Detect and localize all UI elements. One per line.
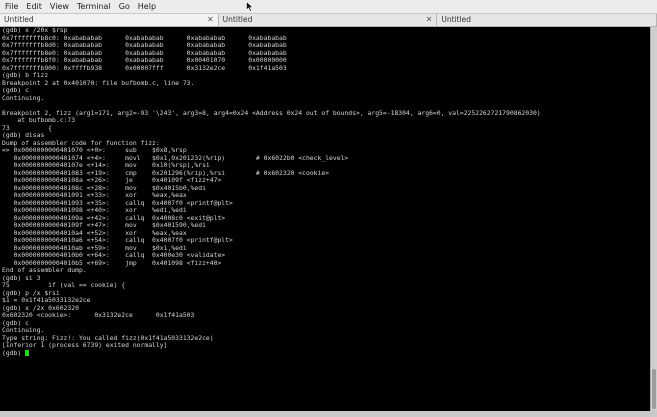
terminal-line: Breakpoint 2, fizz (arg1=171, arg2=-93 '… xyxy=(2,108,541,117)
tab-label: Untitled xyxy=(4,15,34,24)
mouse-pointer-icon xyxy=(246,1,254,12)
tab-untitled-3[interactable]: Untitled xyxy=(437,14,657,26)
gdb-prompt: (gdb) xyxy=(2,348,26,357)
menu-file[interactable]: File xyxy=(0,0,22,13)
terminal-line: (gdb) p /x $rsi xyxy=(2,288,60,297)
tab-label: Untitled xyxy=(441,15,472,24)
terminal-line: (gdb) c xyxy=(2,86,29,94)
menu-edit[interactable]: Edit xyxy=(22,0,46,13)
menu-terminal[interactable]: Terminal xyxy=(73,0,115,13)
terminal-line: Continuing. xyxy=(2,93,45,102)
scrollbar[interactable] xyxy=(650,27,657,411)
text-cursor xyxy=(25,349,30,356)
tab-label: Untitled xyxy=(222,15,253,24)
close-icon[interactable]: ✕ xyxy=(207,14,214,26)
close-icon[interactable]: ✕ xyxy=(426,14,433,26)
tab-bar: Untitled ✕ Untitled ✕ Untitled xyxy=(0,14,657,27)
terminal-line: (gdb) c xyxy=(2,318,29,327)
menu-go[interactable]: Go xyxy=(115,0,134,13)
terminal-line: [Inferior 1 (process 6739) exited normal… xyxy=(2,341,168,349)
terminal-line: at bufbomb.c:73 xyxy=(2,116,76,124)
tab-untitled-1[interactable]: Untitled ✕ xyxy=(0,14,219,26)
scrollbar-thumb[interactable] xyxy=(652,369,656,409)
terminal-line: End of assembler dump. xyxy=(2,266,87,274)
terminal-output[interactable]: (gdb) x /20x $rsp 0x7fffffffb8c0: 0xababa… xyxy=(0,27,651,411)
menu-view[interactable]: View xyxy=(46,0,73,13)
terminal-line: 73 { xyxy=(2,123,53,132)
terminal-line: 75 if (val == cookie) { xyxy=(2,281,126,289)
terminal-line: $1 = 0x1f41a5033132e2ce xyxy=(2,296,91,304)
tab-untitled-2[interactable]: Untitled ✕ xyxy=(218,14,438,26)
terminal-line: 0x00000000004010b5 <+69>: jmp 0x401098 <… xyxy=(2,258,222,267)
menu-bar: File Edit View Terminal Go Help xyxy=(0,0,657,14)
menu-help[interactable]: Help xyxy=(134,0,160,13)
window-bottom-edge xyxy=(0,411,657,417)
prompt-line[interactable]: (gdb) xyxy=(0,348,651,358)
terminal-line: 0x7fffffffb900: 0xffffb938 0x00007fff 0x… xyxy=(2,63,287,72)
terminal-line: 0x602320 <cookie>: 0x3132e2ce 0x1f41a503 xyxy=(2,311,195,319)
terminal-line: Breakpoint 2 at 0x401070: file bufbomb.c… xyxy=(2,78,195,87)
